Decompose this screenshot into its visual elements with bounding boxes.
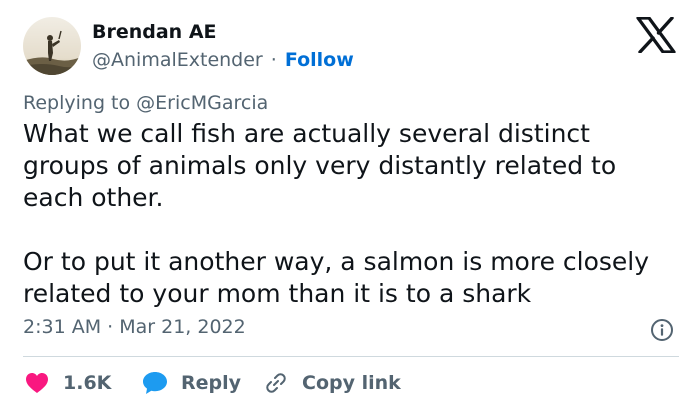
reply-mention-link[interactable]: @EricMGarcia — [136, 92, 268, 114]
avatar[interactable] — [23, 17, 81, 75]
author-display-name[interactable]: Brendan AE — [92, 21, 217, 43]
avatar-photo — [23, 17, 81, 75]
tweet-paragraph-1: What we call fish are actually several d… — [23, 119, 617, 212]
divider — [23, 356, 679, 357]
x-logo-icon[interactable] — [636, 16, 676, 54]
heart-icon — [26, 373, 48, 393]
like-button[interactable]: 1.6K — [25, 369, 111, 397]
replying-to-label: Replying to — [23, 92, 131, 114]
tweet-timestamp[interactable]: 2:31 AM · Mar 21, 2022 — [23, 316, 246, 338]
like-count: 1.6K — [63, 372, 112, 394]
reply-button[interactable]: Reply — [142, 369, 241, 397]
copy-link-label: Copy link — [302, 372, 401, 394]
author-handle-line: @AnimalExtender · Follow — [92, 49, 354, 71]
tweet-text: What we call fish are actually several d… — [23, 118, 683, 310]
copy-link-button[interactable]: Copy link — [264, 369, 401, 397]
speech-bubble-icon — [143, 372, 167, 394]
reply-label: Reply — [181, 372, 242, 394]
replying-to-line: Replying to @EricMGarcia — [23, 92, 268, 114]
tweet-paragraph-2: Or to put it another way, a salmon is mo… — [23, 247, 650, 308]
separator-dot: · — [270, 49, 277, 71]
link-icon — [266, 373, 286, 393]
author-handle[interactable]: @AnimalExtender — [92, 49, 263, 71]
follow-button[interactable]: Follow — [285, 49, 354, 71]
info-icon[interactable] — [650, 318, 674, 342]
